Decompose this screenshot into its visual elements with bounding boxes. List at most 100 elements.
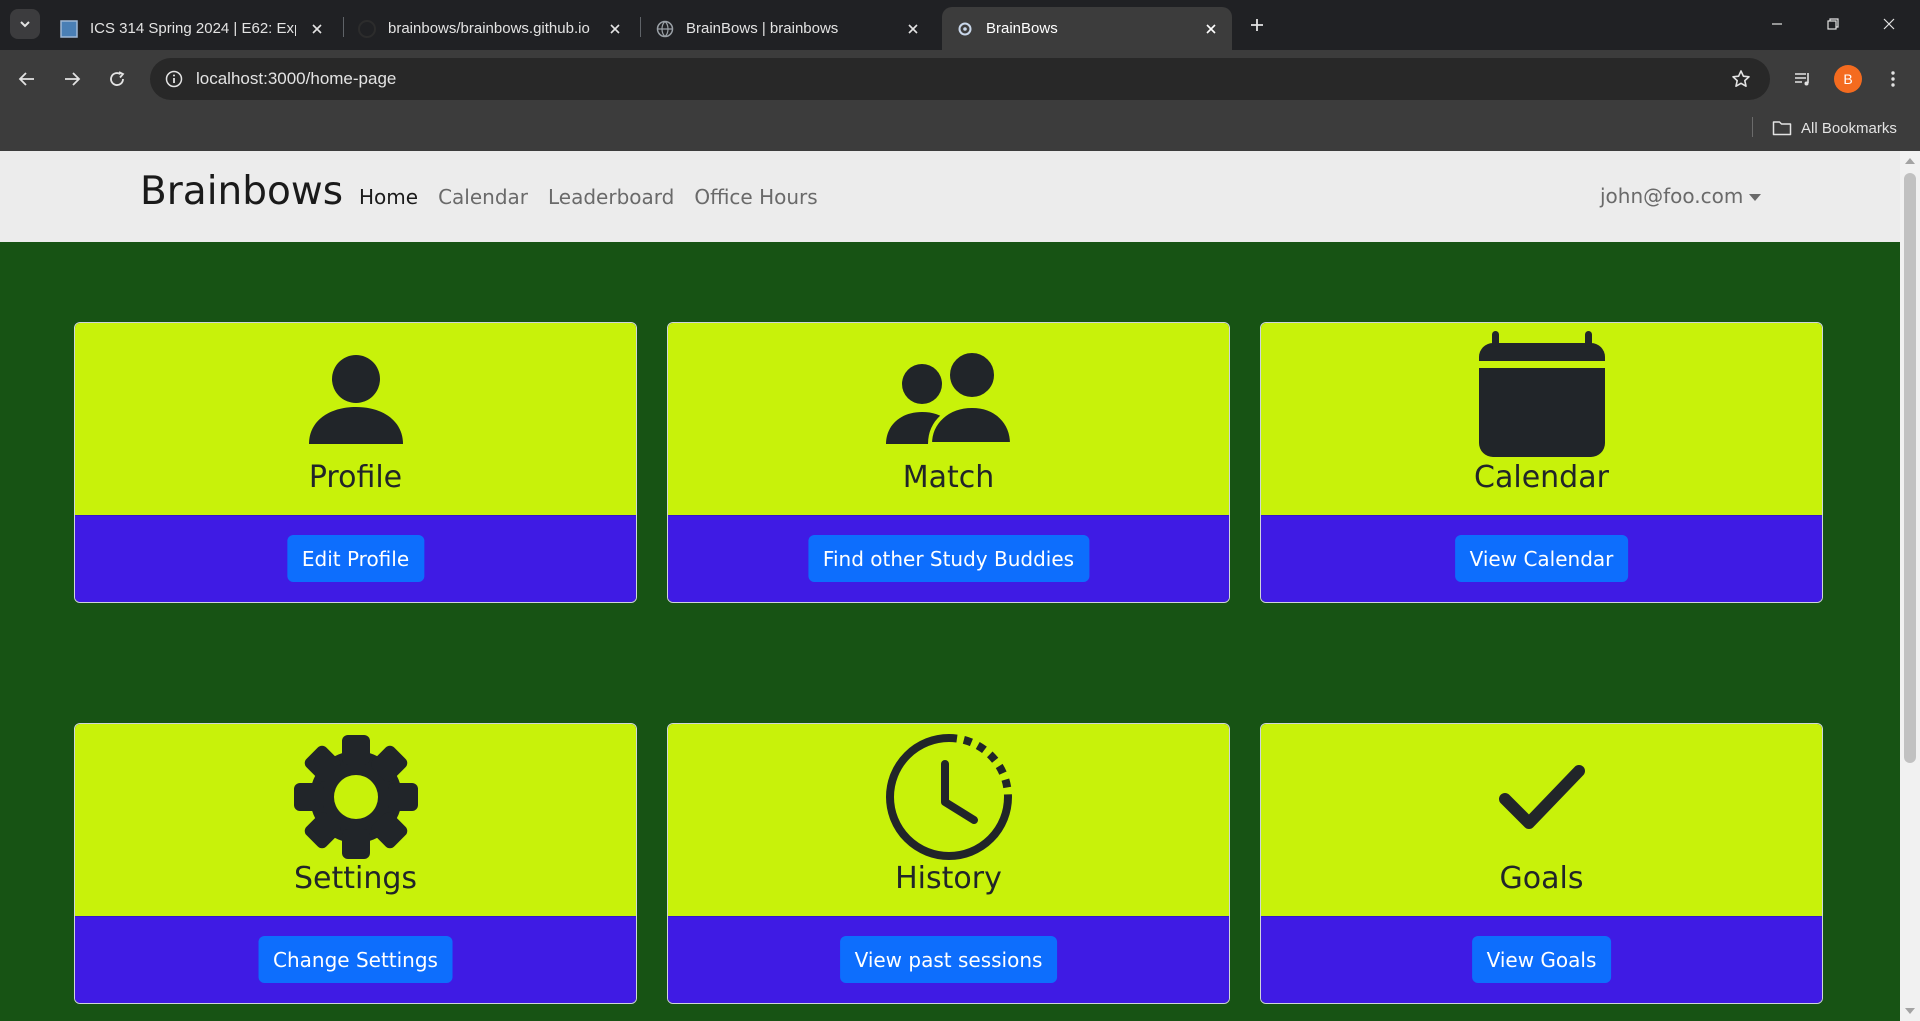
tab-search-button[interactable]	[10, 9, 40, 39]
card-footer: View Calendar	[1261, 515, 1822, 602]
bookmarks-bar: All Bookmarks	[0, 108, 1920, 151]
edit-profile-button[interactable]: Edit Profile	[286, 535, 425, 582]
address-bar[interactable]: localhost:3000/home-page	[150, 58, 1770, 100]
card-title: Profile	[308, 460, 403, 495]
all-bookmarks-label: All Bookmarks	[1801, 119, 1897, 137]
caret-down-icon	[1749, 193, 1762, 201]
page-scrollbar[interactable]	[1900, 151, 1920, 1021]
change-settings-button[interactable]: Change Settings	[258, 936, 453, 983]
browser-menu-button[interactable]	[1879, 65, 1907, 93]
folder-icon	[1772, 120, 1792, 136]
nav-links: Home Calendar Leaderboard Office Hours	[359, 185, 818, 209]
people-icon	[885, 349, 1012, 444]
browser-tab-3[interactable]: BrainBows | brainbows	[642, 7, 934, 50]
nav-link-home[interactable]: Home	[359, 185, 418, 209]
media-controls-button[interactable]	[1789, 65, 1817, 93]
card-match: Match Find other Study Buddies	[667, 322, 1230, 603]
card-title: Settings	[293, 861, 418, 896]
playlist-icon	[1795, 73, 1809, 86]
card-header: Profile	[75, 323, 636, 515]
card-title: Match	[902, 460, 995, 495]
scrollbar-thumb[interactable]	[1904, 173, 1916, 763]
check-icon	[1498, 765, 1585, 829]
card-footer: View past sessions	[668, 916, 1229, 1003]
bookmark-star-icon[interactable]	[1730, 68, 1752, 90]
tab-separator	[640, 17, 641, 37]
card-footer: Edit Profile	[75, 515, 636, 602]
card-settings: Settings Change Settings	[74, 723, 637, 1004]
close-icon	[1883, 18, 1895, 30]
course-site-favicon-icon	[60, 19, 78, 38]
minimize-button[interactable]	[1754, 8, 1800, 40]
new-tab-button[interactable]	[1244, 12, 1270, 38]
view-goals-button[interactable]: View Goals	[1471, 936, 1612, 983]
chevron-down-icon	[20, 21, 30, 28]
browser-tab-strip: ICS 314 Spring 2024 | E62: Exp brainbows…	[0, 0, 1920, 50]
browser-tab-2[interactable]: brainbows/brainbows.github.io	[344, 7, 636, 50]
github-favicon-icon	[358, 19, 376, 38]
arrow-right-icon	[65, 72, 81, 86]
card-header: Calendar	[1261, 323, 1822, 515]
clock-history-icon	[885, 734, 1012, 860]
scroll-up-arrow-icon[interactable]	[1905, 158, 1915, 164]
page-viewport: Brainbows Home Calendar Leaderboard Offi…	[0, 151, 1900, 1021]
card-title: Goals	[1499, 861, 1584, 896]
close-tab-icon[interactable]	[604, 18, 626, 40]
card-history: History View past sessions	[667, 723, 1230, 1004]
close-tab-icon[interactable]	[1200, 18, 1222, 40]
all-bookmarks-button[interactable]: All Bookmarks	[1772, 116, 1897, 140]
calendar-icon	[1478, 331, 1605, 457]
user-dropdown[interactable]: john@foo.com	[1600, 184, 1762, 208]
tab-title: BrainBows | brainbows	[686, 20, 839, 37]
restore-button[interactable]	[1810, 8, 1856, 40]
bookmarks-separator	[1752, 117, 1753, 137]
profile-avatar[interactable]: B	[1834, 65, 1862, 93]
forward-button[interactable]	[57, 64, 87, 94]
minimize-icon	[1772, 23, 1782, 25]
tab-title: brainbows/brainbows.github.io	[388, 20, 590, 37]
tab-title: BrainBows	[986, 20, 1058, 37]
card-footer: View Goals	[1261, 916, 1822, 1003]
site-info-icon[interactable]	[160, 65, 188, 93]
scroll-down-arrow-icon[interactable]	[1905, 1008, 1915, 1014]
reload-icon	[110, 71, 125, 86]
find-study-buddies-button[interactable]: Find other Study Buddies	[807, 535, 1090, 582]
card-header: History	[668, 724, 1229, 916]
close-tab-icon[interactable]	[902, 18, 924, 40]
card-footer: Find other Study Buddies	[668, 515, 1229, 602]
nav-link-office-hours[interactable]: Office Hours	[694, 185, 817, 209]
tab-title: ICS 314 Spring 2024 | E62: Exp	[90, 20, 296, 37]
react-favicon-icon	[956, 20, 974, 38]
arrow-left-icon	[18, 72, 34, 86]
nav-link-leaderboard[interactable]: Leaderboard	[548, 185, 674, 209]
reload-button[interactable]	[102, 64, 132, 94]
view-past-sessions-button[interactable]: View past sessions	[839, 936, 1058, 983]
close-window-button[interactable]	[1866, 8, 1912, 40]
nav-link-calendar[interactable]: Calendar	[438, 185, 528, 209]
person-icon	[308, 355, 403, 444]
view-calendar-button[interactable]: View Calendar	[1454, 535, 1629, 582]
plus-icon	[1251, 19, 1263, 31]
card-header: Goals	[1261, 724, 1822, 916]
card-profile: Profile Edit Profile	[74, 322, 637, 603]
browser-toolbar: localhost:3000/home-page B	[0, 50, 1920, 108]
restore-icon	[1827, 18, 1839, 30]
card-goals: Goals View Goals	[1260, 723, 1823, 1004]
card-footer: Change Settings	[75, 916, 636, 1003]
card-title: Calendar	[1474, 460, 1609, 495]
browser-tab-1[interactable]: ICS 314 Spring 2024 | E62: Exp	[46, 7, 338, 50]
gear-icon	[293, 735, 418, 859]
card-calendar: Calendar View Calendar	[1260, 322, 1823, 603]
globe-favicon-icon	[656, 20, 674, 38]
site-navbar: Brainbows Home Calendar Leaderboard Offi…	[0, 151, 1900, 242]
close-tab-icon[interactable]	[306, 18, 328, 40]
card-title: History	[895, 861, 1002, 896]
browser-tab-4-active[interactable]: BrainBows	[942, 7, 1232, 50]
user-email: john@foo.com	[1600, 184, 1744, 208]
back-button[interactable]	[12, 64, 42, 94]
url-text[interactable]: localhost:3000/home-page	[196, 69, 396, 89]
brand-logo[interactable]: Brainbows	[140, 169, 343, 214]
card-header: Settings	[75, 724, 636, 916]
card-header: Match	[668, 323, 1229, 515]
more-vertical-icon	[1891, 71, 1895, 87]
